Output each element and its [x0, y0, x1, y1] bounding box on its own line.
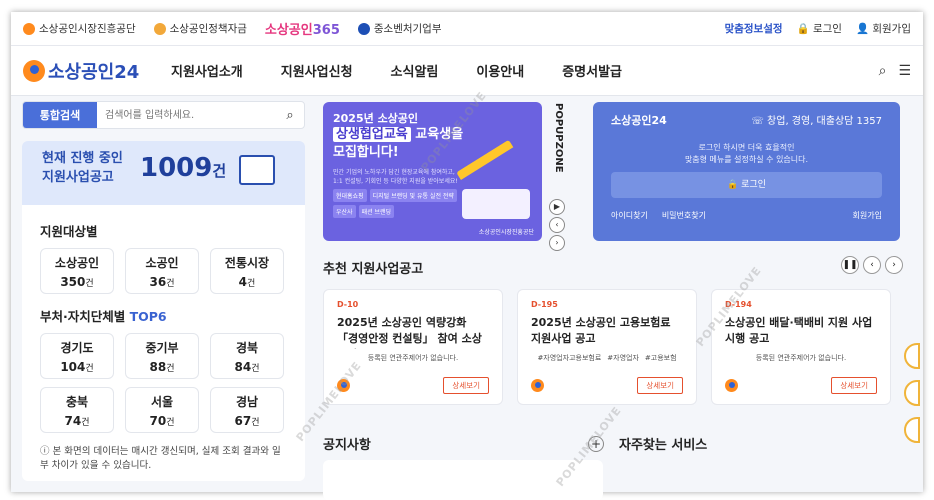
ongoing-notice-banner[interactable]: 현재 진행 중인 지원사업공고 1009건: [22, 141, 305, 205]
search-label: 통합검색: [23, 102, 97, 128]
lock-icon: 🔒: [727, 180, 739, 190]
promo-org: 소상공인시장진흥공단: [478, 229, 534, 236]
policy-fund-logo-icon: [153, 22, 166, 35]
custom-info-link[interactable]: 맞춤정보설정: [725, 21, 783, 36]
menu-item-intro[interactable]: 지원사업소개: [171, 61, 243, 80]
detail-button[interactable]: 상세보기: [637, 377, 683, 394]
recommend-prev-button[interactable]: ‹: [863, 256, 881, 274]
join-link[interactable]: 회원가입: [853, 210, 882, 221]
faq-service-title: 자주찾는 서비스: [619, 438, 708, 453]
target-cell[interactable]: 소공인 36건: [125, 248, 199, 294]
brand-365-link[interactable]: 소상공인365: [265, 19, 340, 38]
recommend-next-button[interactable]: ›: [885, 256, 903, 274]
card-logo-icon: [725, 379, 738, 392]
top-signup-link[interactable]: 👤 회원가입: [856, 21, 911, 36]
data-refresh-note: ⓘ 본 화면의 데이터는 매시간 갱신되며, 실제 조회 결과와 일부 차이가 …: [40, 446, 281, 471]
mss-logo-icon: [357, 22, 370, 35]
menu-item-guide[interactable]: 이용안내: [476, 61, 524, 80]
popupzone-label: POPUPZONE: [553, 103, 564, 173]
card-title: 소상공인 배달·택배비 지원 사업 시행 공고: [725, 316, 873, 345]
search-input[interactable]: [97, 102, 276, 128]
promo-year: 2025년 소상공인: [333, 112, 419, 125]
card-logo-icon: [531, 379, 544, 392]
find-id-link[interactable]: 아이디찾기: [611, 210, 648, 221]
search-icon[interactable]: ⌕: [879, 63, 887, 79]
user-plus-icon: 👤: [855, 23, 870, 35]
card-title: 2025년 소상공인 고용보험료 지원사업 공고: [531, 316, 671, 345]
region-cell[interactable]: 중기부 88건: [125, 333, 199, 379]
recommend-section: 추천 지원사업공고 ❚❚ ‹ ›: [323, 256, 903, 277]
deadline-badge: D-194: [725, 300, 752, 309]
region-grid: 경기도 104건 중기부 88건 경북 84건 충북 74건 서울 70건 경남 67건: [40, 333, 287, 433]
banner-count: 1009건: [140, 153, 227, 183]
target-grid: 소상공인 350건 소공인 36건 전통시장 4건: [40, 248, 287, 294]
lock-icon: 🔒: [796, 23, 810, 35]
left-column: 통합검색 ⌕ 현재 진행 중인 지원사업공고 1009건 지원대상별 소상공인3…: [22, 101, 305, 481]
stats-panel: 지원대상별 소상공인 350건 소공인 36건 전통시장 4건 부처·자치단체별 TO…: [22, 205, 305, 481]
main-nav: 소상공인24 지원사업소개 지원사업신청 소식알림 이용안내 증명서발급 ⌕ ☰: [11, 46, 923, 96]
region-title: 부처·자치단체별 TOP6: [40, 309, 167, 324]
target-title: 지원대상별: [40, 224, 98, 239]
recommend-card[interactable]: D-194 소상공인 배달·택배비 지원 사업 시행 공고 등록된 연관주제어가…: [711, 289, 891, 405]
site-logo[interactable]: 소상공인24: [23, 58, 171, 84]
notice-title: 공지사항: [323, 438, 371, 453]
popup-prev-button[interactable]: ‹: [549, 217, 565, 233]
popup-next-button[interactable]: ›: [549, 235, 565, 251]
recommend-card[interactable]: D-10 2025년 소상공인 역량강화 「경영안정 컨설팅」 참여 소상공인 …: [323, 289, 503, 405]
top-login-link[interactable]: 🔒 로그인: [797, 21, 842, 36]
popup-promo-banner[interactable]: 2025년 소상공인 상생협업교육 교육생을 모집합니다! 민간 기업의 노하우가…: [323, 102, 542, 241]
top-utility-bar: 소상공인시장진흥공단 소상공인정책자금 소상공인365 중소벤처기업부 맞춤정보…: [11, 12, 923, 46]
recommend-card[interactable]: D-195 2025년 소상공인 고용보험료 지원사업 공고 #자영업자고용보험…: [517, 289, 697, 405]
region-cell[interactable]: 경남 67건: [210, 387, 284, 433]
card-tags: 등록된 연관주제어가 없습니다.: [367, 354, 459, 362]
region-cell[interactable]: 서울 70건: [125, 387, 199, 433]
recommend-pause-button[interactable]: ❚❚: [841, 256, 859, 274]
hamburger-menu-icon[interactable]: ☰: [898, 63, 911, 79]
deadline-badge: D-195: [531, 300, 558, 309]
login-button[interactable]: 🔒 로그인: [611, 172, 882, 198]
detail-button[interactable]: 상세보기: [831, 377, 877, 394]
login-brand: 소상공인24: [611, 114, 667, 127]
region-cell[interactable]: 경북 84건: [210, 333, 284, 379]
recommend-title: 추천 지원사업공고: [323, 262, 424, 277]
card-title: 2025년 소상공인 역량강화 「경영안정 컨설팅」 참여 소상공인 ...: [337, 316, 482, 349]
deadline-badge: D-10: [337, 300, 359, 309]
org-link-policy-fund[interactable]: 소상공인정책자금: [153, 21, 247, 36]
target-cell[interactable]: 전통시장 4건: [210, 248, 284, 294]
popup-play-button[interactable]: ▶: [549, 199, 565, 215]
phone-icon: ☏: [751, 116, 764, 127]
book-icon: [462, 189, 530, 219]
consult-phone: ☏ 창업, 경영, 대출상담 1357: [751, 116, 882, 127]
recommend-cards: D-10 2025년 소상공인 역량강화 「경영안정 컨설팅」 참여 소상공인 …: [323, 289, 891, 405]
org-link-semas[interactable]: 소상공인시장진흥공단: [23, 21, 136, 36]
menu-item-news[interactable]: 소식알림: [391, 61, 439, 80]
chart-board-icon: [239, 155, 275, 185]
logo-mark-icon: [23, 59, 45, 82]
login-message: 로그인 하시면 더욱 효율적인 맞춤형 메뉴를 설정하실 수 있습니다.: [684, 143, 809, 164]
org-link-mss[interactable]: 중소벤처기업부: [357, 21, 442, 36]
semas-logo-icon: [23, 22, 35, 35]
promo-desc: 민간 기업의 노하우가 담긴 현장교육에 참여하고, 1:1 컨설팅, 기회인 …: [333, 169, 458, 185]
search-submit-icon[interactable]: ⌕: [276, 102, 304, 128]
region-cell[interactable]: 충북 74건: [40, 387, 114, 433]
card-tags: 등록된 연관주제어가 없습니다.: [755, 354, 847, 362]
card-tags: #자영업자고용보험료 #자영업자 #고용보험: [537, 354, 677, 362]
find-password-link[interactable]: 비밀번호찾기: [662, 210, 706, 221]
integrated-search: 통합검색 ⌕: [22, 101, 305, 129]
menu-item-apply[interactable]: 지원사업신청: [281, 61, 353, 80]
menu-item-certificate[interactable]: 증명서발급: [562, 61, 622, 80]
target-cell[interactable]: 소상공인 350건: [40, 248, 114, 294]
detail-button[interactable]: 상세보기: [443, 377, 489, 394]
region-cell[interactable]: 경기도 104건: [40, 333, 114, 379]
gnb-menu: 지원사업소개 지원사업신청 소식알림 이용안내 증명서발급: [171, 61, 622, 80]
login-panel: 소상공인24 ☏ 창업, 경영, 대출상담 1357 로그인 하시면 더욱 효율…: [593, 102, 900, 241]
